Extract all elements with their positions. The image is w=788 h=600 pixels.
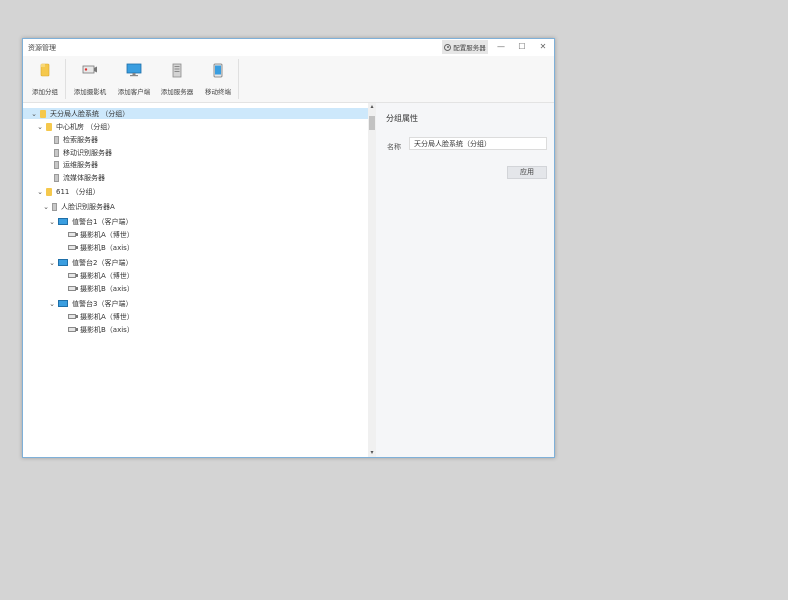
resource-manager-window: 资源管理 配置服务器 — ☐ ✕ 添加分组 添加摄影机 添加客户端 添加服务器 … xyxy=(22,38,555,458)
tree-node-label: 摄影机A（博世） xyxy=(80,312,134,321)
tree-scrollbar[interactable]: ▴ ▾ xyxy=(368,103,376,457)
tree-node-label: 运维服务器 xyxy=(63,160,98,169)
properties-title: 分组属性 xyxy=(386,114,418,123)
tree-node-label: 人脸识别服务器A xyxy=(61,202,115,211)
minimize-button[interactable]: — xyxy=(494,41,508,53)
close-button[interactable]: ✕ xyxy=(536,41,550,53)
camera-icon xyxy=(68,286,78,291)
tree-node-root[interactable]: ⌄ 天分局人脸系统 （分组） xyxy=(23,108,368,119)
toolbar: 添加分组 添加摄影机 添加客户端 添加服务器 移动终端 xyxy=(23,56,554,103)
camera-icon xyxy=(68,232,78,237)
camera-icon xyxy=(68,314,78,319)
configure-server-label: 配置服务器 xyxy=(453,44,486,52)
chevron-down-icon[interactable]: ⌄ xyxy=(48,300,56,308)
configure-server-button[interactable]: 配置服务器 xyxy=(442,40,488,54)
tablet-icon xyxy=(213,63,223,78)
scroll-down-icon[interactable]: ▾ xyxy=(368,450,376,456)
apply-button[interactable]: 应用 xyxy=(507,166,547,179)
tree-node-server[interactable]: ⌄ 人脸识别服务器A xyxy=(23,201,368,212)
tree-node-client[interactable]: ⌄ 值警台2（客户端） xyxy=(23,257,368,268)
add-camera-label: 添加摄影机 xyxy=(73,88,107,96)
server-icon xyxy=(172,63,182,78)
tree-node-camera[interactable]: 摄影机A（博世） xyxy=(23,229,368,240)
monitor-icon xyxy=(126,63,142,77)
tree-node-server[interactable]: 检索服务器 xyxy=(23,134,368,145)
tree-node-label: 摄影机A（博世） xyxy=(80,230,134,239)
tree-node-server[interactable]: 运维服务器 xyxy=(23,159,368,170)
chevron-down-icon[interactable]: ⌄ xyxy=(36,188,44,196)
server-icon xyxy=(54,160,59,169)
properties-panel: 分组属性 名称 天分局人脸系统（分组） 应用 xyxy=(376,103,554,457)
tree-node-camera[interactable]: 摄影机A（博世） xyxy=(23,270,368,281)
server-icon xyxy=(54,173,59,182)
chevron-down-icon[interactable]: ⌄ xyxy=(36,123,44,131)
server-icon xyxy=(54,135,59,144)
add-camera-button[interactable]: 添加摄影机 xyxy=(69,56,111,102)
folder-icon xyxy=(46,187,52,196)
toolbar-divider xyxy=(65,59,66,99)
tree-node-label: 摄影机B（axis） xyxy=(80,243,134,252)
add-group-button[interactable]: 添加分组 xyxy=(27,56,63,102)
server-icon xyxy=(52,202,57,211)
add-server-button[interactable]: 添加服务器 xyxy=(158,56,196,102)
add-client-label: 添加客户端 xyxy=(117,88,151,96)
tree-node-label: 611 （分组） xyxy=(56,187,100,196)
tree-node-label: 摄影机B（axis） xyxy=(80,325,134,334)
tree-node-label: 天分局人脸系统 （分组） xyxy=(50,109,130,118)
scroll-up-icon[interactable]: ▴ xyxy=(368,104,376,110)
tree-node-label: 中心机房 （分组） xyxy=(56,122,115,131)
camera-icon xyxy=(68,245,78,250)
monitor-icon xyxy=(58,218,68,225)
tree-node-camera[interactable]: 摄影机B（axis） xyxy=(23,283,368,294)
tree-node-label: 流媒体服务器 xyxy=(63,173,105,182)
tree-node-camera[interactable]: 摄影机B（axis） xyxy=(23,324,368,335)
add-group-label: 添加分组 xyxy=(32,88,58,96)
mobile-terminal-label: 移动终端 xyxy=(205,88,231,96)
add-server-label: 添加服务器 xyxy=(160,88,194,96)
server-icon xyxy=(54,148,59,157)
camera-icon xyxy=(68,273,78,278)
tree-node-group[interactable]: ⌄ 611 （分组） xyxy=(23,186,368,197)
tree-node-client[interactable]: ⌄ 值警台1（客户端） xyxy=(23,216,368,227)
resource-tree[interactable]: ⌄ 天分局人脸系统 （分组） ⌄ 中心机房 （分组） 检索服务器 移动识别服务器… xyxy=(23,103,368,457)
gear-icon xyxy=(444,43,452,51)
tree-node-label: 摄影机A（博世） xyxy=(80,271,134,280)
window-title: 资源管理 xyxy=(28,44,56,52)
tree-node-label: 值警台3（客户端） xyxy=(72,299,133,308)
chevron-down-icon[interactable]: ⌄ xyxy=(48,259,56,267)
tree-node-server[interactable]: 移动识别服务器 xyxy=(23,147,368,158)
monitor-icon xyxy=(58,300,68,307)
camera-icon xyxy=(82,65,97,74)
name-field[interactable]: 天分局人脸系统（分组） xyxy=(409,137,547,150)
monitor-icon xyxy=(58,259,68,266)
folder-icon xyxy=(46,122,52,131)
tree-node-label: 值警台1（客户端） xyxy=(72,217,133,226)
folder-icon xyxy=(40,63,50,77)
chevron-down-icon[interactable]: ⌄ xyxy=(30,110,38,118)
camera-icon xyxy=(68,327,78,332)
tree-node-label: 移动识别服务器 xyxy=(63,148,112,157)
chevron-down-icon[interactable]: ⌄ xyxy=(48,218,56,226)
tree-node-label: 摄影机B（axis） xyxy=(80,284,134,293)
maximize-button[interactable]: ☐ xyxy=(515,41,529,53)
tree-node-server[interactable]: 流媒体服务器 xyxy=(23,172,368,183)
tree-node-client[interactable]: ⌄ 值警台3（客户端） xyxy=(23,298,368,309)
toolbar-divider xyxy=(238,59,239,99)
tree-node-label: 检索服务器 xyxy=(63,135,98,144)
chevron-down-icon[interactable]: ⌄ xyxy=(42,203,50,211)
name-label: 名称 xyxy=(387,143,401,151)
tree-node-camera[interactable]: 摄影机B（axis） xyxy=(23,242,368,253)
mobile-terminal-button[interactable]: 移动终端 xyxy=(201,56,235,102)
add-client-button[interactable]: 添加客户端 xyxy=(115,56,153,102)
tree-node-label: 值警台2（客户端） xyxy=(72,258,133,267)
tree-node-camera[interactable]: 摄影机A（博世） xyxy=(23,311,368,322)
titlebar: 资源管理 配置服务器 — ☐ ✕ xyxy=(23,39,554,56)
scroll-thumb[interactable] xyxy=(369,116,375,130)
folder-icon xyxy=(40,109,46,118)
tree-node-group[interactable]: ⌄ 中心机房 （分组） xyxy=(23,121,368,132)
